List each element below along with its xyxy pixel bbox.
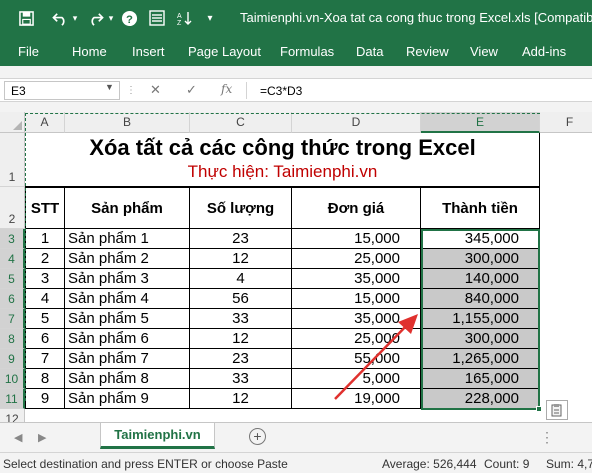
tab-view[interactable]: View <box>470 44 498 59</box>
status-message: Select destination and press ENTER or ch… <box>3 457 288 471</box>
worksheet-grid[interactable]: A B C D E F 1 2 3 4 5 6 7 8 9 10 11 12 X… <box>0 112 592 422</box>
tab-home[interactable]: Home <box>72 44 107 59</box>
form-icon[interactable] <box>146 7 168 29</box>
tab-add-ins[interactable]: Add-ins <box>522 44 566 59</box>
tab-data[interactable]: Data <box>356 44 383 59</box>
redo-dropdown-icon[interactable]: ▾ <box>106 7 116 29</box>
formula-bar: E3 ▼ ⋮ ✕ ✓ fx =C3*D3 <box>0 78 592 102</box>
help-icon[interactable]: ? <box>118 7 140 29</box>
status-count: Count: 9 <box>484 457 530 471</box>
add-sheet-icon[interactable]: + <box>249 428 266 445</box>
formula-bar-gap <box>0 102 592 112</box>
insert-function-icon[interactable]: fx <box>221 82 232 96</box>
tab-file[interactable]: File <box>18 44 39 59</box>
formula-bar-grip-icon: ⋮ <box>126 85 136 96</box>
tab-insert[interactable]: Insert <box>132 44 165 59</box>
enter-icon[interactable]: ✓ <box>186 82 197 98</box>
undo-dropdown-icon[interactable]: ▾ <box>70 7 80 29</box>
name-box-dropdown-icon[interactable]: ▼ <box>105 82 114 92</box>
undo-icon[interactable] <box>48 7 72 29</box>
more-options-icon[interactable]: ⋮ <box>540 429 554 446</box>
status-average: Average: 526,444 <box>382 457 477 471</box>
cancel-icon[interactable]: ✕ <box>150 82 161 98</box>
annotation-arrow-icon <box>334 314 418 400</box>
sheet-tab-taimienphi[interactable]: Taimienphi.vn <box>100 423 215 449</box>
name-box[interactable]: E3 <box>4 81 120 100</box>
scroll-right-icon[interactable]: ▶ <box>38 431 46 444</box>
tab-formulas[interactable]: Formulas <box>280 44 334 59</box>
sort-icon[interactable]: AZ <box>174 7 196 29</box>
scroll-left-icon[interactable]: ◀ <box>14 431 22 444</box>
title-bar: ▾ ▾ ? AZ ▾ Taimienphi.vn-Xoa tat ca cong… <box>0 0 592 36</box>
svg-text:A: A <box>177 13 182 20</box>
formula-divider <box>246 82 247 99</box>
svg-text:Z: Z <box>177 20 182 26</box>
ribbon-collapsed-area <box>0 66 592 78</box>
formula-input[interactable]: =C3*D3 <box>252 82 588 100</box>
status-bar: Select destination and press ENTER or ch… <box>0 452 592 473</box>
window-title: Taimienphi.vn-Xoa tat ca cong thuc trong… <box>240 10 592 25</box>
save-icon[interactable] <box>14 7 38 29</box>
svg-text:?: ? <box>126 13 133 25</box>
tab-review[interactable]: Review <box>406 44 449 59</box>
ribbon-tabs: File Home Insert Page Layout Formulas Da… <box>0 36 592 66</box>
sheet-tab-bar: ◀ ▶ Taimienphi.vn + ⋮ <box>0 422 592 452</box>
customize-dropdown-icon[interactable]: ▾ <box>202 7 218 29</box>
tab-page-layout[interactable]: Page Layout <box>188 44 261 59</box>
redo-icon[interactable] <box>84 7 108 29</box>
status-sum: Sum: 4,73 <box>546 457 592 471</box>
